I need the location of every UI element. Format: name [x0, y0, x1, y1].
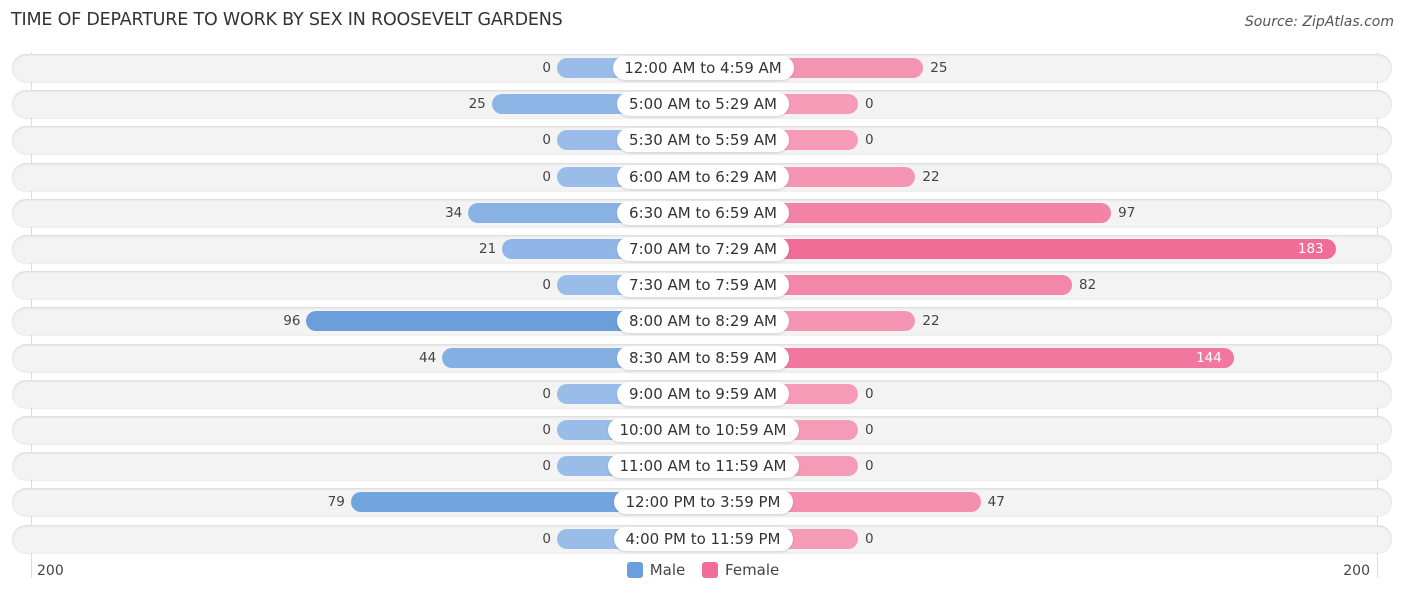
- value-label-male: 25: [468, 96, 486, 113]
- legend: Male Female: [0, 561, 1406, 582]
- value-label-female: 0: [865, 96, 874, 113]
- category-label: 7:00 AM to 7:29 AM: [617, 237, 789, 261]
- value-label-female: 97: [1118, 204, 1136, 221]
- value-label-male: 0: [542, 168, 551, 185]
- category-label: 12:00 PM to 3:59 PM: [613, 490, 793, 515]
- value-label-male: 34: [445, 204, 463, 221]
- value-label-female: 0: [865, 422, 874, 438]
- bar-male: [350, 492, 650, 513]
- legend-label-female: Female: [725, 561, 780, 579]
- bar-female: [756, 239, 1336, 259]
- value-label-female: 47: [987, 494, 1005, 511]
- value-label-male: 0: [542, 385, 551, 402]
- bar-female: [756, 202, 1112, 223]
- category-label: 12:00 AM to 4:59 AM: [612, 56, 794, 80]
- value-label-female: 0: [865, 385, 874, 402]
- category-label: 4:00 PM to 11:59 PM: [613, 526, 793, 551]
- category-label: 5:30 AM to 5:59 AM: [617, 128, 789, 153]
- category-label: 10:00 AM to 10:59 AM: [607, 418, 799, 442]
- value-label-male: 79: [327, 494, 345, 511]
- value-label-male: 21: [479, 241, 497, 257]
- value-label-female: 144: [1196, 349, 1222, 366]
- legend-item-male: Male: [626, 561, 686, 579]
- legend-swatch-male: [626, 562, 643, 578]
- category-label: 11:00 AM to 11:59 AM: [607, 454, 799, 479]
- legend-label-male: Male: [649, 561, 686, 579]
- value-label-female: 25: [930, 60, 948, 76]
- value-label-male: 0: [542, 132, 551, 149]
- legend-item-female: Female: [702, 561, 779, 579]
- chart-area: 0 25 12:00 AM to 4:59 AM 25 0 5:00 AM to 5:29…: [0, 0, 1406, 594]
- category-label: 9:00 AM to 9:59 AM: [617, 381, 789, 406]
- value-label-female: 22: [922, 168, 940, 185]
- category-label: 6:30 AM to 6:59 AM: [617, 200, 789, 225]
- category-label: 5:00 AM to 5:29 AM: [617, 92, 789, 117]
- legend-swatch-female: [702, 562, 719, 578]
- value-label-female: 82: [1079, 277, 1097, 294]
- bar-male: [306, 311, 650, 332]
- category-label: 8:00 AM to 8:29 AM: [617, 309, 789, 334]
- bar-female: [756, 347, 1234, 368]
- value-label-male: 0: [542, 530, 551, 547]
- value-label-female: 183: [1297, 241, 1324, 257]
- value-label-female: 0: [865, 530, 874, 547]
- value-label-male: 0: [542, 458, 551, 475]
- value-label-female: 0: [865, 458, 874, 475]
- value-label-female: 22: [922, 313, 940, 330]
- value-label-female: 0: [865, 132, 874, 149]
- category-label: 6:00 AM to 6:29 AM: [617, 164, 789, 189]
- category-label: 8:30 AM to 8:59 AM: [617, 345, 789, 370]
- value-label-male: 0: [542, 422, 551, 438]
- category-label: 7:30 AM to 7:59 AM: [617, 273, 789, 298]
- value-label-male: 44: [418, 349, 437, 366]
- value-label-male: 0: [542, 277, 551, 294]
- value-label-male: 0: [542, 60, 551, 76]
- value-label-male: 96: [283, 313, 301, 330]
- bar-female: [756, 275, 1073, 296]
